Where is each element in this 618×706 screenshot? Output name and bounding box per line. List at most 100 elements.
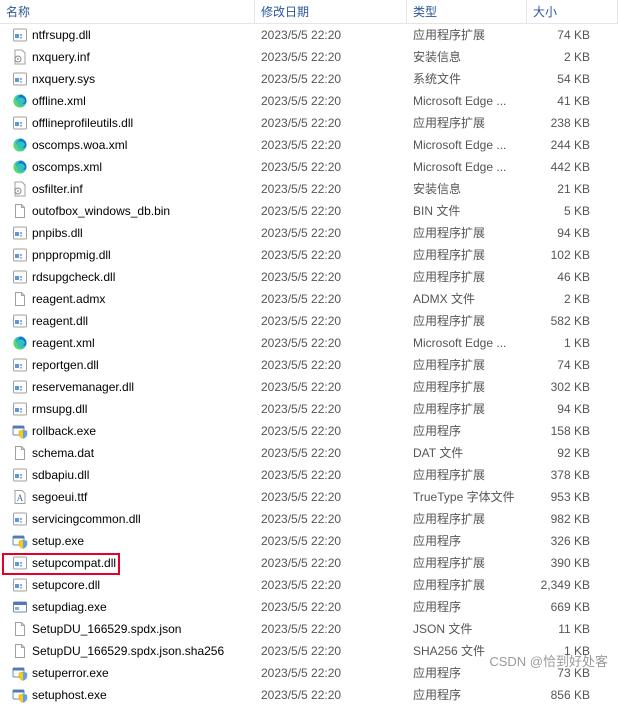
- file-name: setupcompat.dll: [32, 552, 116, 574]
- file-date: 2023/5/5 22:20: [255, 552, 407, 574]
- file-name: oscomps.woa.xml: [32, 134, 127, 156]
- file-size: 94 KB: [527, 398, 618, 420]
- file-row[interactable]: outofbox_windows_db.bin2023/5/5 22:20BIN…: [0, 200, 618, 222]
- file-size: 953 KB: [527, 486, 618, 508]
- file-row[interactable]: setuperror.exe2023/5/5 22:20应用程序73 KB: [0, 662, 618, 684]
- dll-icon: [12, 379, 28, 395]
- file-row[interactable]: SetupDU_166529.spdx.json2023/5/5 22:20JS…: [0, 618, 618, 640]
- inf-icon: [12, 49, 28, 65]
- file-name: oscomps.xml: [32, 156, 102, 178]
- inf-icon: [12, 181, 28, 197]
- file-row[interactable]: nxquery.inf2023/5/5 22:20安装信息2 KB: [0, 46, 618, 68]
- file-date: 2023/5/5 22:20: [255, 266, 407, 288]
- exe-shield-icon: [12, 423, 28, 439]
- file-name: nxquery.inf: [32, 46, 90, 68]
- dll-icon: [12, 467, 28, 483]
- file-row[interactable]: setupcore.dll2023/5/5 22:20应用程序扩展2,349 K…: [0, 574, 618, 596]
- file-row[interactable]: reservemanager.dll2023/5/5 22:20应用程序扩展30…: [0, 376, 618, 398]
- file-row[interactable]: pnppropmig.dll2023/5/5 22:20应用程序扩展102 KB: [0, 244, 618, 266]
- file-row[interactable]: pnpibs.dll2023/5/5 22:20应用程序扩展94 KB: [0, 222, 618, 244]
- file-row[interactable]: oscomps.woa.xml2023/5/5 22:20Microsoft E…: [0, 134, 618, 156]
- file-type: 应用程序扩展: [407, 508, 527, 530]
- svg-text:A: A: [17, 493, 24, 503]
- dll-icon: [12, 269, 28, 285]
- edge-icon: [12, 159, 28, 175]
- file-name: ntfrsupg.dll: [32, 24, 91, 46]
- file-name: pnppropmig.dll: [32, 244, 111, 266]
- file-row[interactable]: Asegoeui.ttf2023/5/5 22:20TrueType 字体文件9…: [0, 486, 618, 508]
- file-row[interactable]: reagent.admx2023/5/5 22:20ADMX 文件2 KB: [0, 288, 618, 310]
- file-row[interactable]: setupcompat.dll 2023/5/5 22:20应用程序扩展390 K…: [0, 552, 618, 574]
- file-row[interactable]: rmsupg.dll2023/5/5 22:20应用程序扩展94 KB: [0, 398, 618, 420]
- file-type: 应用程序扩展: [407, 222, 527, 244]
- file-type: 应用程序扩展: [407, 244, 527, 266]
- file-row[interactable]: reagent.dll2023/5/5 22:20应用程序扩展582 KB: [0, 310, 618, 332]
- file-type: 应用程序扩展: [407, 552, 527, 574]
- file-name: rdsupgcheck.dll: [32, 266, 115, 288]
- file-name: pnpibs.dll: [32, 222, 83, 244]
- file-name: offlineprofileutils.dll: [32, 112, 133, 134]
- file-date: 2023/5/5 22:20: [255, 46, 407, 68]
- font-icon: A: [12, 489, 28, 505]
- column-header-size[interactable]: 大小: [527, 0, 618, 24]
- file-date: 2023/5/5 22:20: [255, 442, 407, 464]
- exe-shield-icon: [12, 533, 28, 549]
- file-icon: [12, 621, 28, 637]
- file-row[interactable]: rdsupgcheck.dll2023/5/5 22:20应用程序扩展46 KB: [0, 266, 618, 288]
- file-size: 390 KB: [527, 552, 618, 574]
- column-header-name[interactable]: 名称: [0, 0, 255, 24]
- file-row[interactable]: nxquery.sys2023/5/5 22:20系统文件54 KB: [0, 68, 618, 90]
- file-date: 2023/5/5 22:20: [255, 596, 407, 618]
- file-date: 2023/5/5 22:20: [255, 662, 407, 684]
- file-row[interactable]: schema.dat2023/5/5 22:20DAT 文件92 KB: [0, 442, 618, 464]
- file-row[interactable]: rollback.exe2023/5/5 22:20应用程序158 KB: [0, 420, 618, 442]
- column-header-type[interactable]: 类型: [407, 0, 527, 24]
- file-row[interactable]: servicingcommon.dll2023/5/5 22:20应用程序扩展9…: [0, 508, 618, 530]
- file-name: setuphost.exe: [32, 684, 107, 706]
- file-row[interactable]: offline.xml2023/5/5 22:20Microsoft Edge …: [0, 90, 618, 112]
- file-size: 1 KB: [527, 640, 618, 662]
- file-row[interactable]: offlineprofileutils.dll2023/5/5 22:20应用程…: [0, 112, 618, 134]
- file-type: 应用程序扩展: [407, 464, 527, 486]
- file-row[interactable]: reportgen.dll2023/5/5 22:20应用程序扩展74 KB: [0, 354, 618, 376]
- file-type: 应用程序: [407, 420, 527, 442]
- file-row[interactable]: setupdiag.exe2023/5/5 22:20应用程序669 KB: [0, 596, 618, 618]
- file-size: 1 KB: [527, 332, 618, 354]
- file-size: 41 KB: [527, 90, 618, 112]
- file-row[interactable]: SetupDU_166529.spdx.json.sha2562023/5/5 …: [0, 640, 618, 662]
- file-name: servicingcommon.dll: [32, 508, 141, 530]
- file-row[interactable]: reagent.xml2023/5/5 22:20Microsoft Edge …: [0, 332, 618, 354]
- file-type: 应用程序扩展: [407, 398, 527, 420]
- file-size: 302 KB: [527, 376, 618, 398]
- file-size: 74 KB: [527, 354, 618, 376]
- file-row[interactable]: ntfrsupg.dll2023/5/5 22:20应用程序扩展74 KB: [0, 24, 618, 46]
- file-name: reagent.admx: [32, 288, 105, 310]
- file-date: 2023/5/5 22:20: [255, 530, 407, 552]
- file-size: 92 KB: [527, 442, 618, 464]
- file-row[interactable]: setuphost.exe2023/5/5 22:20应用程序856 KB: [0, 684, 618, 706]
- file-size: 326 KB: [527, 530, 618, 552]
- file-type: Microsoft Edge ...: [407, 332, 527, 354]
- dll-icon: [12, 27, 28, 43]
- file-type: SHA256 文件: [407, 640, 527, 662]
- file-type: TrueType 字体文件: [407, 486, 527, 508]
- file-size: 21 KB: [527, 178, 618, 200]
- file-row[interactable]: sdbapiu.dll2023/5/5 22:20应用程序扩展378 KB: [0, 464, 618, 486]
- file-date: 2023/5/5 22:20: [255, 156, 407, 178]
- file-date: 2023/5/5 22:20: [255, 222, 407, 244]
- dll-icon: [12, 225, 28, 241]
- file-row[interactable]: oscomps.xml2023/5/5 22:20Microsoft Edge …: [0, 156, 618, 178]
- column-header-row: 名称 修改日期 类型 大小: [0, 0, 618, 24]
- file-name: offline.xml: [32, 90, 86, 112]
- file-size: 5 KB: [527, 200, 618, 222]
- file-size: 244 KB: [527, 134, 618, 156]
- file-type: 应用程序扩展: [407, 24, 527, 46]
- edge-icon: [12, 93, 28, 109]
- file-date: 2023/5/5 22:20: [255, 618, 407, 640]
- file-row[interactable]: setup.exe2023/5/5 22:20应用程序326 KB: [0, 530, 618, 552]
- file-type: 应用程序: [407, 662, 527, 684]
- file-type: Microsoft Edge ...: [407, 134, 527, 156]
- file-row[interactable]: osfilter.inf2023/5/5 22:20安装信息21 KB: [0, 178, 618, 200]
- column-header-date[interactable]: 修改日期: [255, 0, 407, 24]
- file-type: 安装信息: [407, 178, 527, 200]
